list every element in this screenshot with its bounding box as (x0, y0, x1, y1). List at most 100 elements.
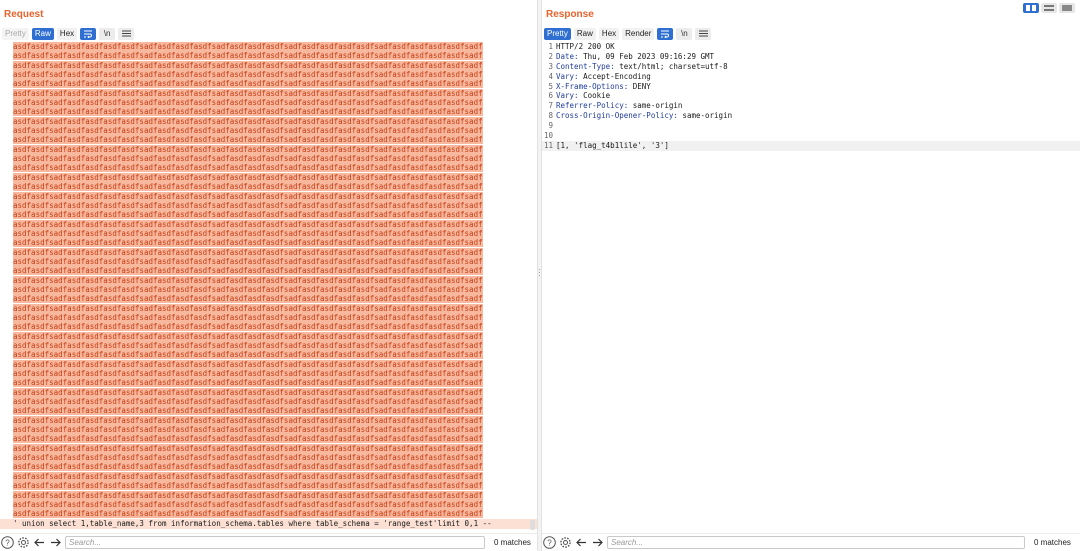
request-body-line: asdfasdfsadfasdfasdfasdfasdfsadfasdfasdf… (0, 256, 537, 266)
response-line: 3 Content-Type: text/html; charset=utf-8 (542, 62, 1080, 72)
response-line: 10 (542, 131, 1080, 141)
request-body-line: asdfasdfsadfasdfasdfasdfasdfsadfasdfasdf… (0, 219, 537, 229)
request-body-text: asdfasdfsadfasdfasdfasdfasdfsadfasdfasdf… (13, 331, 483, 341)
help-icon[interactable]: ? (1, 536, 14, 549)
request-body-text: asdfasdfsadfasdfasdfasdfasdfsadfasdfasdf… (13, 60, 483, 70)
line-number: 6 (548, 91, 553, 101)
response-search-input[interactable] (607, 536, 1025, 549)
arrow-left-icon[interactable] (33, 536, 46, 549)
newline-toggle[interactable]: \n (676, 27, 693, 40)
request-body-text: asdfasdfsadfasdfasdfasdfasdfsadfasdfasdf… (13, 359, 483, 369)
request-body-line: asdfasdfsadfasdfasdfasdfasdfsadfasdfasdf… (0, 284, 537, 294)
arrow-right-icon[interactable] (49, 536, 62, 549)
request-body-line: asdfasdfsadfasdfasdfasdfasdfsadfasdfasdf… (0, 369, 537, 379)
response-line: 5 X-Frame-Options: DENY (542, 82, 1080, 92)
request-body-text: asdfasdfsadfasdfasdfasdfasdfsadfasdfasdf… (13, 434, 483, 444)
request-body-line: asdfasdfsadfasdfasdfasdfasdfsadfasdfasdf… (0, 434, 537, 444)
response-title: Response (546, 9, 594, 20)
request-body-text: asdfasdfsadfasdfasdfasdfasdfsadfasdfasdf… (13, 443, 483, 453)
word-wrap-icon[interactable] (80, 27, 97, 40)
request-body-text: asdfasdfsadfasdfasdfasdfasdfsadfasdfasdf… (13, 70, 483, 80)
request-body-text: asdfasdfsadfasdfasdfasdfasdfsadfasdfasdf… (13, 256, 483, 266)
arrow-left-icon[interactable] (575, 536, 588, 549)
request-body-line: asdfasdfsadfasdfasdfasdfasdfsadfasdfasdf… (0, 322, 537, 332)
request-body-line: asdfasdfsadfasdfasdfasdfasdfsadfasdfasdf… (0, 378, 537, 388)
request-body-line: asdfasdfsadfasdfasdfasdfasdfsadfasdfasdf… (0, 144, 537, 154)
request-toolbar: Pretty Raw Hex \n (2, 27, 135, 40)
request-search-bar: ? 0 matches (0, 533, 537, 551)
request-body-text: asdfasdfsadfasdfasdfasdfasdfsadfasdfasdf… (13, 79, 483, 89)
request-body-line: asdfasdfsadfasdfasdfasdfasdfsadfasdfasdf… (0, 60, 537, 70)
line-number: 4 (548, 71, 553, 81)
request-body-line: asdfasdfsadfasdfasdfasdfasdfsadfasdfasdf… (0, 163, 537, 173)
request-body-text: asdfasdfsadfasdfasdfasdfasdfsadfasdfasdf… (13, 415, 483, 425)
divider-grip[interactable]: · · · (538, 265, 541, 280)
request-body-text: asdfasdfsadfasdfasdfasdfasdfsadfasdfasdf… (13, 490, 483, 500)
response-editor[interactable]: 1 HTTP/2 200 OK 2 Date: Thu, 09 Feb 2023 09… (542, 42, 1080, 533)
newline-toggle[interactable]: \n (99, 27, 116, 40)
svg-text:?: ? (5, 538, 10, 547)
request-body-line: asdfasdfsadfasdfasdfasdfasdfsadfasdfasdf… (0, 453, 537, 463)
request-body-line: asdfasdfsadfasdfasdfasdfasdfsadfasdfasdf… (0, 266, 537, 276)
line-text: same-origin (677, 111, 733, 121)
tab-pretty[interactable]: Pretty (544, 27, 571, 40)
tab-render[interactable]: Render (622, 27, 655, 40)
tab-hex[interactable]: Hex (598, 27, 620, 40)
request-body-line: asdfasdfsadfasdfasdfasdfasdfsadfasdfasdf… (0, 481, 537, 491)
request-body-line: asdfasdfsadfasdfasdfasdfasdfsadfasdfasdf… (0, 303, 537, 313)
hamburger-menu-icon[interactable] (695, 27, 712, 40)
request-body-text: asdfasdfsadfasdfasdfasdfasdfsadfasdfasdf… (13, 406, 483, 416)
request-body-text: asdfasdfsadfasdfasdfasdfasdfsadfasdfasdf… (13, 509, 483, 519)
help-icon[interactable]: ? (543, 536, 556, 549)
response-line: 6 Vary: Cookie (542, 91, 1080, 101)
request-body-text: asdfasdfsadfasdfasdfasdfasdfsadfasdfasdf… (13, 303, 483, 313)
tab-raw[interactable]: Raw (573, 27, 596, 40)
gear-icon[interactable] (559, 536, 572, 549)
line-number: 10 (543, 131, 553, 141)
request-body-line: asdfasdfsadfasdfasdfasdfasdfsadfasdfasdf… (0, 79, 537, 89)
request-body-text: asdfasdfsadfasdfasdfasdfasdfsadfasdfasdf… (13, 42, 483, 51)
response-pane: Response Pretty Raw Hex Render \n 1 HTTP/… (542, 0, 1080, 551)
request-body-line: asdfasdfsadfasdfasdfasdfasdfsadfasdfasdf… (0, 238, 537, 248)
response-matches: 0 matches (1034, 538, 1071, 547)
request-editor[interactable]: asdfasdfsadfasdfasdfasdfasdfsadfasdfasdf… (0, 42, 537, 533)
request-body-text: asdfasdfsadfasdfasdfasdfasdfsadfasdfasdf… (13, 499, 483, 509)
request-body-line: asdfasdfsadfasdfasdfasdfasdfsadfasdfasdf… (0, 126, 537, 136)
header-key: Vary: (556, 71, 579, 81)
line-text: Thu, 09 Feb 2023 09:16:29 GMT (578, 51, 715, 61)
header-key: Referrer-Policy: (556, 101, 629, 111)
tab-pretty[interactable]: Pretty (2, 27, 29, 40)
request-body-text: asdfasdfsadfasdfasdfasdfasdfsadfasdfasdf… (13, 51, 483, 61)
request-search-input[interactable] (65, 536, 485, 549)
request-body-line: asdfasdfsadfasdfasdfasdfasdfsadfasdfasdf… (0, 425, 537, 435)
request-body-text: asdfasdfsadfasdfasdfasdfasdfsadfasdfasdf… (13, 88, 483, 98)
tab-raw[interactable]: Raw (31, 27, 54, 40)
request-body-text: asdfasdfsadfasdfasdfasdfasdfsadfasdfasdf… (13, 369, 483, 379)
line-number: 3 (548, 61, 553, 71)
request-body-line: asdfasdfsadfasdfasdfasdfasdfsadfasdfasdf… (0, 350, 537, 360)
response-line: 11 [1, 'flag_t4b1lile', '3'] (542, 140, 1080, 151)
response-line: 8 Cross-Origin-Opener-Policy: same-origin (542, 111, 1080, 121)
response-line: 1 HTTP/2 200 OK (542, 42, 1080, 52)
word-wrap-icon[interactable] (657, 27, 674, 40)
request-body-text: asdfasdfsadfasdfasdfasdfasdfsadfasdfasdf… (13, 322, 483, 332)
arrow-right-icon[interactable] (591, 536, 604, 549)
response-line: 7 Referrer-Policy: same-origin (542, 101, 1080, 111)
gear-icon[interactable] (17, 536, 30, 549)
request-body-line: asdfasdfsadfasdfasdfasdfasdfsadfasdfasdf… (0, 415, 537, 425)
line-number: 7 (548, 101, 553, 111)
hamburger-menu-icon[interactable] (118, 27, 135, 40)
request-body-line: asdfasdfsadfasdfasdfasdfasdfsadfasdfasdf… (0, 228, 537, 238)
request-body-line: asdfasdfsadfasdfasdfasdfasdfsadfasdfasdf… (0, 182, 537, 192)
request-body-line: asdfasdfsadfasdfasdfasdfasdfsadfasdfasdf… (0, 172, 537, 182)
line-text: [1, 'flag_t4b1lile', '3'] (556, 140, 669, 150)
tab-hex[interactable]: Hex (56, 27, 78, 40)
request-body-text: asdfasdfsadfasdfasdfasdfasdfsadfasdfasdf… (13, 284, 483, 294)
header-key: Cross-Origin-Opener-Policy: (556, 111, 678, 121)
header-key: Content-Type: (556, 61, 615, 71)
line-text: HTTP/2 200 OK (556, 42, 615, 51)
request-body-line: asdfasdfsadfasdfasdfasdfasdfsadfasdfasdf… (0, 490, 537, 500)
request-scrollbar[interactable] (530, 520, 535, 530)
line-number: 11 (543, 140, 553, 150)
request-title: Request (4, 9, 44, 20)
